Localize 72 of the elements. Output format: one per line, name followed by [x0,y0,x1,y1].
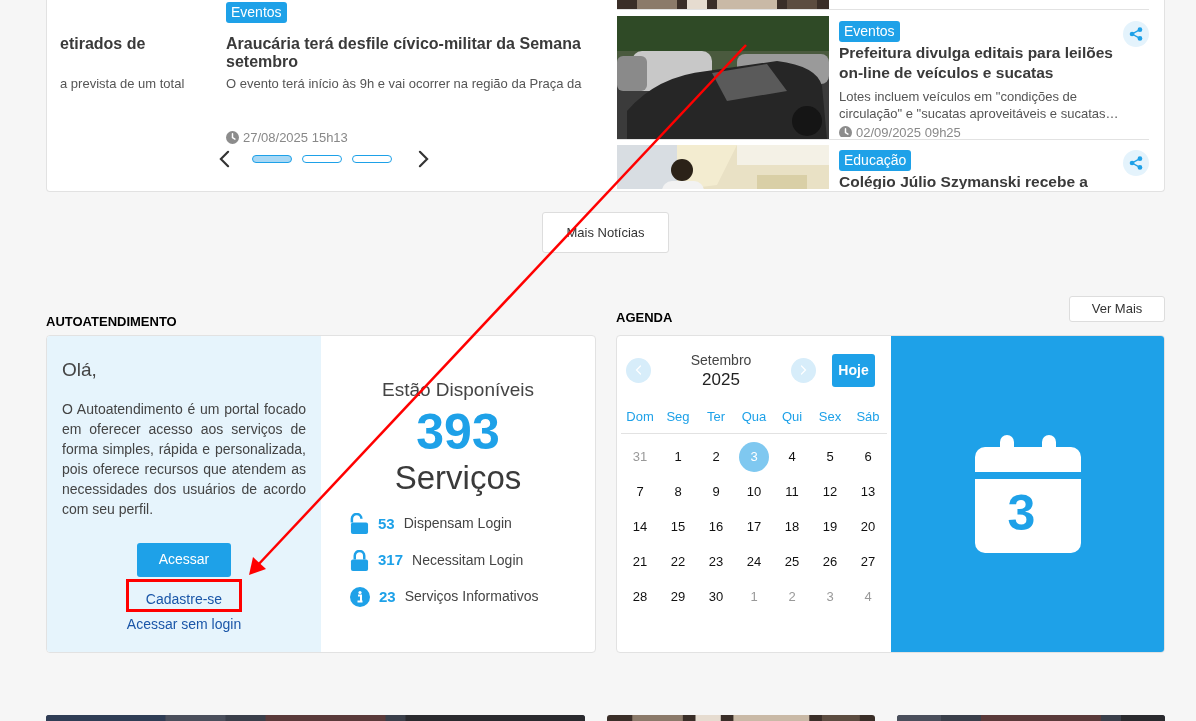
calendar-day[interactable]: 28 [625,581,655,612]
calendar-day[interactable]: 27 [853,546,883,577]
clock-icon [226,131,239,145]
stat-count: 53 [378,513,395,534]
calendar-day[interactable]: 11 [777,476,807,507]
calendar-day[interactable]: 5 [815,441,845,472]
calendar-day[interactable]: 6 [853,441,883,472]
news-title[interactable]: etirados de [60,35,210,53]
weekday-label: Qui [780,408,804,426]
calendar-day[interactable]: 9 [701,476,731,507]
calendar-day[interactable]: 23 [701,546,731,577]
calendar-day[interactable]: 17 [739,511,769,542]
info-icon [350,586,370,607]
stat-count: 23 [379,586,396,607]
calendar-day[interactable]: 1 [663,441,693,472]
calendar-day[interactable]: 19 [815,511,845,542]
section-heading: AUTOATENDIMENTO [46,313,177,331]
news-summary: a prevista de um total [60,75,186,93]
calendar-day[interactable]: 10 [739,476,769,507]
news-title[interactable]: Araucária terá desfile cívico-militar da Semana setembro [226,35,598,71]
weekday-label: Sex [817,408,843,426]
calendar-day[interactable]: 29 [663,581,693,612]
weekday-label: Ter [705,408,727,426]
news-date: 02/09/2025 09h25 [856,124,961,137]
calendar-day[interactable]: 21 [625,546,655,577]
calendar-day[interactable]: 16 [701,511,731,542]
unlocked-padlock-icon [350,513,369,535]
share-icon [1129,156,1143,170]
padlock-icon [350,549,369,571]
calendar-day[interactable]: 13 [853,476,883,507]
calendar-day[interactable]: 15 [663,511,693,542]
share-button[interactable] [1123,150,1149,176]
month-label: Setembro [690,351,752,370]
news-summary: O evento terá início às 9h e vai ocorrer na região da Praça da [226,75,583,93]
weekday-label: Qua [740,408,768,426]
calendar-day[interactable]: 14 [625,511,655,542]
weekday-label: Dom [625,408,655,426]
weekday-label: Seg [665,408,691,426]
signup-link[interactable]: Cadastre-se [131,584,237,614]
greeting: Olá, [62,358,98,382]
stat-count: 317 [378,550,404,570]
share-button[interactable] [1123,21,1149,47]
calendar-day[interactable]: 12 [815,476,845,507]
services-total: 393 [416,404,500,459]
stat-label: Dispensam Login [403,514,512,534]
weekday-label: Sáb [855,408,881,426]
calendar-day[interactable]: 8 [663,476,693,507]
calendar-day[interactable]: 26 [815,546,845,577]
see-more-button[interactable]: Ver Mais [1069,296,1165,322]
calendar-day[interactable]: 24 [739,546,769,577]
stat-label: Necessitam Login [412,550,524,570]
calendar-day[interactable]: 22 [663,546,693,577]
services-unit: Serviços [394,458,522,497]
calendar-day[interactable]: 4 [777,441,807,472]
year-label: 2025 [702,370,740,389]
calendar-day[interactable]: 25 [777,546,807,577]
news-summary: Lotes incluem veículos em "condições de circulação" e "sucatas aproveitáveis e sucatas… [839,88,1120,122]
news-date: 27/08/2025 15h13 [243,129,348,147]
clock-icon [839,126,852,137]
calendar-day[interactable]: 18 [777,511,807,542]
calendar-day[interactable]: 30 [701,581,731,612]
guest-access-link[interactable]: Acessar sem login [126,613,242,635]
share-icon [1129,27,1143,41]
section-heading: AGENDA [616,309,673,327]
news-title[interactable]: Prefeitura divulga editais para leilões on-line de veículos e sucatas [839,43,1139,83]
calendar-day-number: 3 [1007,487,1036,539]
stat-label: Serviços Informativos [404,587,539,607]
description: O Autoatendimento é um portal focado em oferecer acesso aos serviços de forma simples, rápida e personalizada, pois oferece recursos que atendem as necessidades dos usuários de acordo com seu perfil. [62,399,306,519]
calendar-day[interactable]: 2 [701,441,731,472]
calendar-icon [974,435,1081,553]
calendar-day[interactable]: 20 [853,511,883,542]
calendar-day[interactable]: 7 [625,476,655,507]
